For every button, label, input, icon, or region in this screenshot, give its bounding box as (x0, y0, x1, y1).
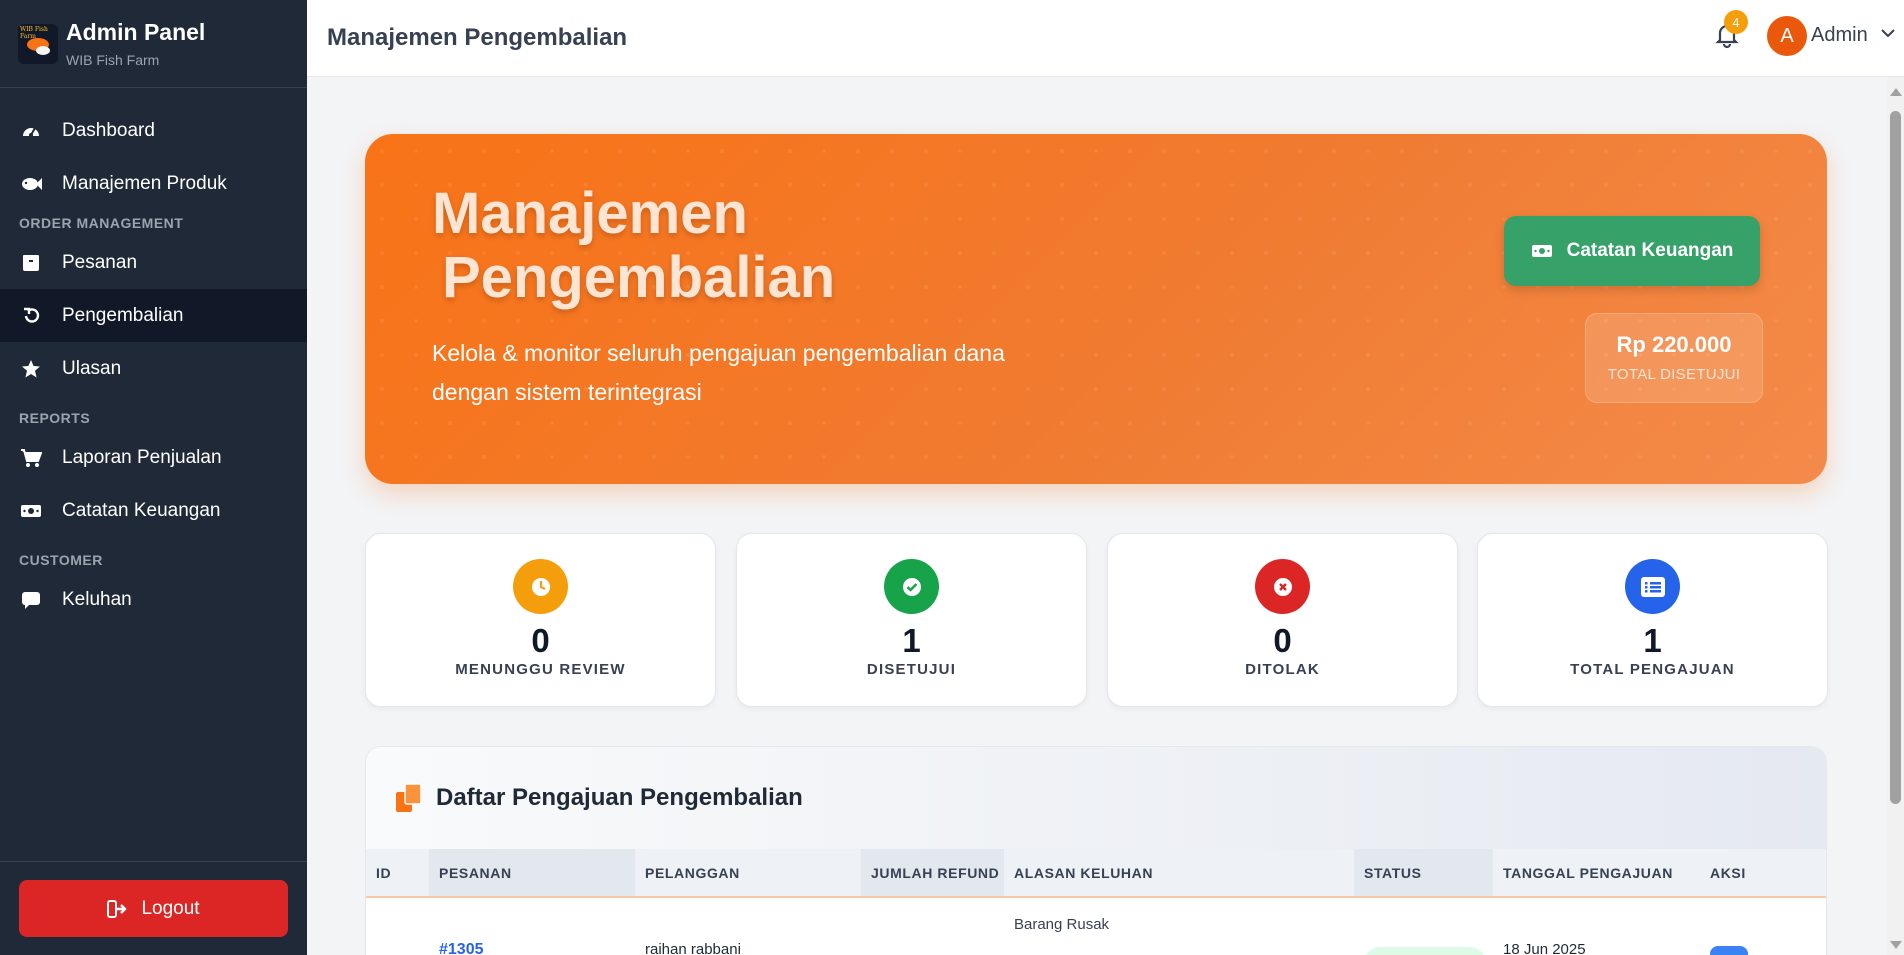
undo-icon (20, 305, 42, 327)
column-header-id[interactable]: ID (366, 849, 429, 898)
cell-amount: Rp 220.000 (861, 897, 1004, 955)
table-row: 1 #1305 raihan rabbani Rp 220.000 Barang… (366, 897, 1826, 955)
hero-title-line1: Manajemen (432, 181, 748, 246)
page-scrollbar[interactable] (1887, 77, 1904, 955)
stat-value: 1 (902, 622, 921, 659)
catatan-keuangan-label: Catatan Keuangan (1566, 240, 1734, 261)
sidebar-item-label: Manajemen Produk (62, 172, 227, 194)
money-icon (20, 500, 42, 522)
sidebar-item-pesanan[interactable]: Pesanan (0, 236, 307, 289)
fish-icon (20, 173, 42, 195)
money-icon (1531, 245, 1552, 257)
sidebar-item-label: Pesanan (62, 251, 138, 273)
hero-banner: Manajemen Pengembalian Kelola & monitor … (365, 134, 1827, 484)
sidebar-nav: Dashboard Manajemen Produk ORDER MANAGEM… (0, 88, 307, 626)
refund-table-card: Daftar Pengajuan Pengembalian ID PESANAN… (365, 746, 1827, 955)
column-header-tanggal[interactable]: TANGGAL PENGAJUAN (1493, 849, 1700, 898)
table-title: Daftar Pengajuan Pengembalian (436, 784, 803, 811)
brand-title: Admin Panel (66, 19, 206, 45)
total-approved-card: Rp 220.000 TOTAL DISETUJUI (1585, 313, 1763, 403)
sidebar-item-laporan-penjualan[interactable]: Laporan Penjualan (0, 431, 307, 484)
stat-card-approved: 1 DISETUJUI (736, 533, 1087, 707)
sidebar-item-label: Pengembalian (62, 304, 184, 326)
logout-area: Logout (0, 861, 307, 955)
cart-icon (20, 447, 42, 469)
sidebar-item-label: Keluhan (62, 588, 132, 610)
logout-button[interactable]: Logout (19, 880, 288, 937)
sidebar-item-label: Ulasan (62, 357, 122, 379)
section-reports: REPORTS (19, 410, 91, 426)
stat-label: DISETUJUI (866, 661, 957, 678)
column-header-alasan-keluhan[interactable]: ALASAN KELUHAN (1004, 849, 1354, 898)
stat-card-pending: 0 MENUNGGU REVIEW (365, 533, 716, 707)
hero-title: Manajemen Pengembalian (432, 182, 835, 310)
logout-icon (107, 899, 128, 918)
cell-date: 18 Jun 2025 (1503, 941, 1586, 955)
total-approved-label: TOTAL DISETUJUI (1607, 366, 1741, 383)
gauge-icon (20, 120, 42, 142)
section-order-management: ORDER MANAGEMENT (19, 215, 184, 231)
sidebar-item-catatan-keuangan[interactable]: Catatan Keuangan (0, 484, 307, 537)
sidebar-item-label: Dashboard (62, 119, 155, 141)
scroll-up-arrow[interactable] (1890, 88, 1902, 96)
sidebar-item-dashboard[interactable]: Dashboard (0, 104, 307, 157)
sidebar-item-ulasan[interactable]: Ulasan (0, 342, 307, 395)
cell-reason: Barang Rusak (1014, 916, 1110, 933)
cell-id: 1 (366, 897, 429, 955)
box-icon (20, 252, 42, 274)
top-header: Manajemen Pengembalian 4 A Admin (307, 0, 1904, 77)
scroll-down-arrow[interactable] (1890, 941, 1902, 949)
catatan-keuangan-button[interactable]: Catatan Keuangan (1504, 216, 1760, 286)
stat-label: TOTAL PENGAJUAN (1570, 661, 1735, 678)
table-card-header: Daftar Pengajuan Pengembalian (366, 747, 1826, 849)
total-approved-value: Rp 220.000 (1616, 332, 1732, 357)
chevron-down-icon[interactable] (1881, 28, 1895, 38)
sidebar: WIB Fish Farm Admin Panel WIB Fish Farm … (0, 0, 307, 955)
stat-value: 0 (1273, 622, 1292, 659)
hero-title-line2: Pengembalian (442, 245, 836, 310)
check-circle-icon (884, 559, 939, 614)
list-icon (1625, 559, 1680, 614)
copy-icon (396, 783, 422, 812)
stat-value: 0 (531, 622, 550, 659)
status-badge: DISETUJUI (1364, 946, 1487, 955)
x-circle-icon (1255, 559, 1310, 614)
stat-card-total: 1 TOTAL PENGAJUAN (1477, 533, 1828, 707)
stat-label: MENUNGGU REVIEW (455, 661, 626, 678)
sidebar-item-pengembalian[interactable]: Pengembalian (0, 289, 307, 342)
star-icon (20, 358, 42, 380)
stat-card-rejected: 0 DITOLAK (1107, 533, 1458, 707)
column-header-pelanggan[interactable]: PELANGGAN (635, 849, 861, 898)
refund-table: ID PESANAN PELANGGAN JUMLAH REFUND ALASA… (366, 849, 1826, 955)
column-header-pesanan[interactable]: PESANAN (429, 849, 635, 898)
notification-badge: 4 (1724, 10, 1748, 34)
brand-logo: WIB Fish Farm (18, 23, 58, 64)
table-header-row: ID PESANAN PELANGGAN JUMLAH REFUND ALASA… (366, 849, 1826, 898)
sidebar-item-keluhan[interactable]: Keluhan (0, 573, 307, 626)
hero-description: Kelola & monitor seluruh pengajuan penge… (432, 340, 1005, 405)
stat-value: 1 (1643, 622, 1662, 659)
avatar[interactable]: A (1767, 16, 1807, 56)
sidebar-item-label: Catatan Keuangan (62, 499, 221, 521)
cell-customer: raihan rabbani (645, 941, 741, 955)
sidebar-item-manajemen-produk[interactable]: Manajemen Produk (0, 157, 307, 210)
comment-icon (20, 589, 42, 611)
page-title: Manajemen Pengembalian (327, 24, 628, 51)
column-header-jumlah-refund[interactable]: JUMLAH REFUND (861, 849, 1004, 898)
order-link[interactable]: #1305 (439, 941, 484, 955)
view-detail-button[interactable] (1710, 945, 1748, 955)
logout-label: Logout (141, 897, 200, 919)
stat-label: DITOLAK (1245, 661, 1320, 678)
user-name[interactable]: Admin (1811, 24, 1868, 47)
brand-subtitle: WIB Fish Farm (66, 52, 160, 68)
scroll-thumb[interactable] (1890, 111, 1901, 804)
brand[interactable]: WIB Fish Farm Admin Panel WIB Fish Farm (0, 0, 307, 88)
section-customer: CUSTOMER (19, 552, 103, 568)
sidebar-item-label: Laporan Penjualan (62, 446, 222, 468)
clock-icon (513, 559, 568, 614)
column-header-status[interactable]: STATUS (1354, 849, 1493, 898)
column-header-aksi: AKSI (1700, 849, 1826, 898)
